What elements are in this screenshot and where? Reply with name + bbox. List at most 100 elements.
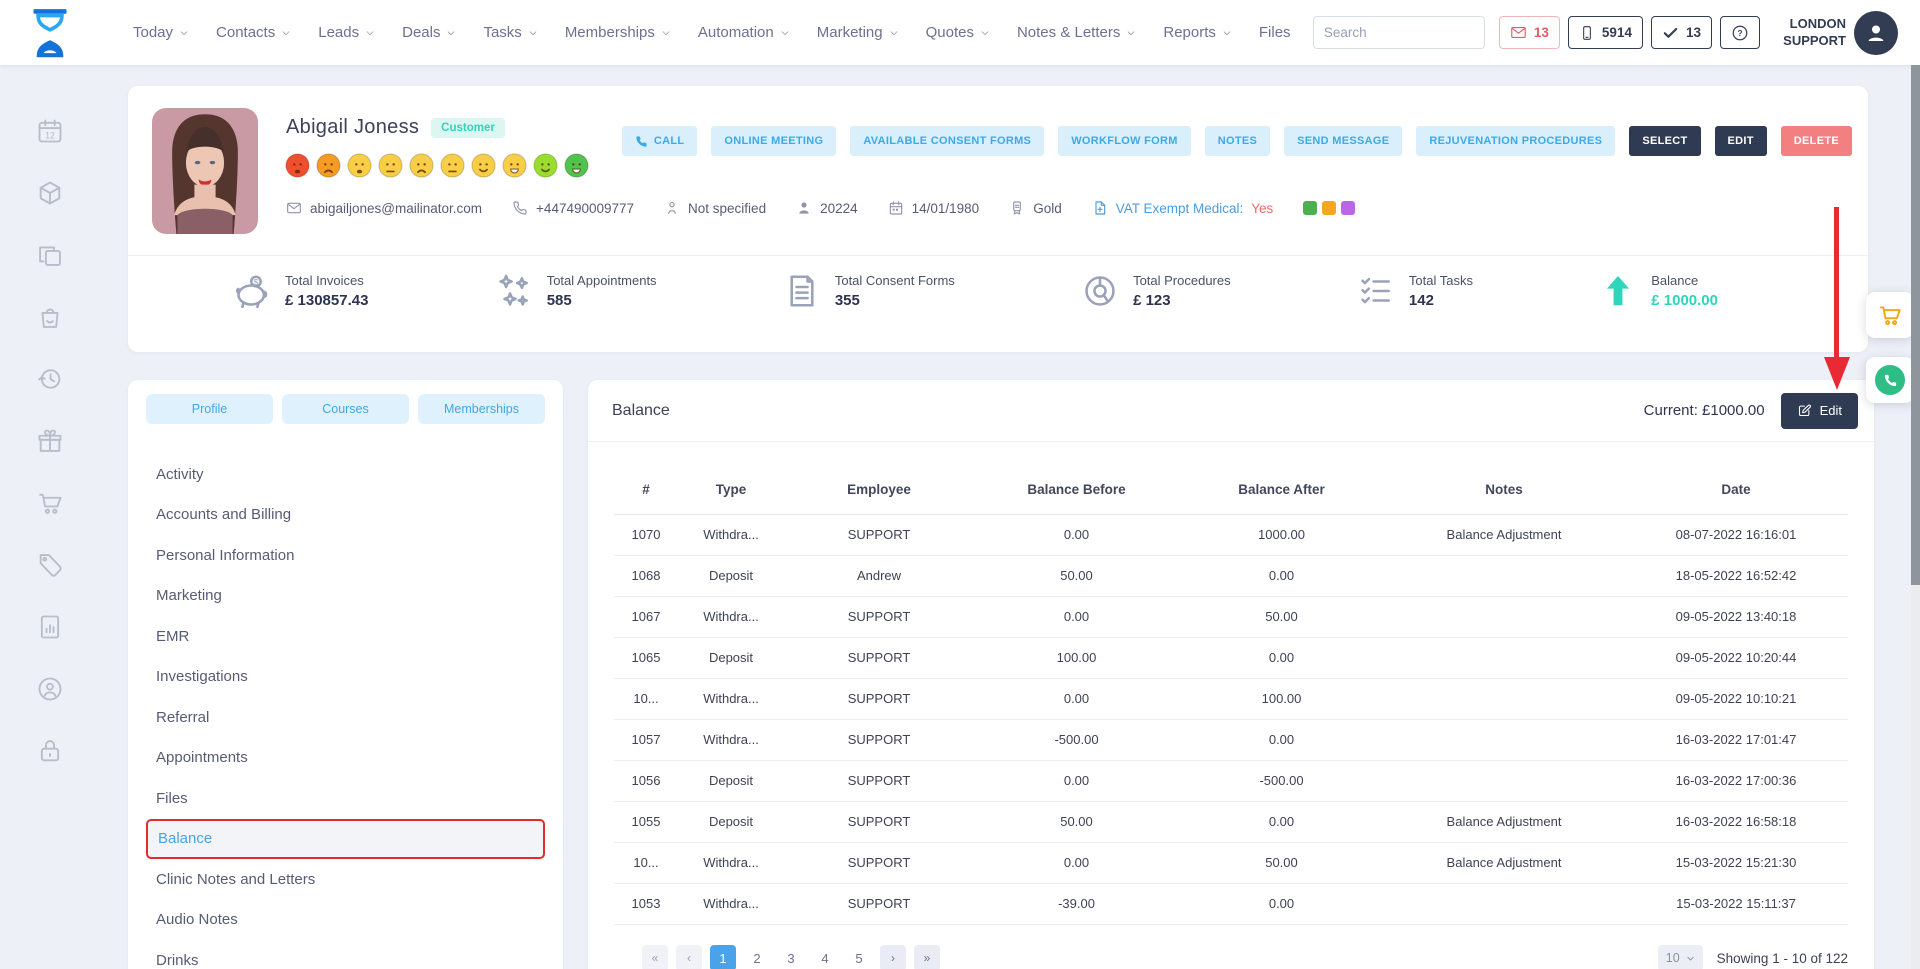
notes-button[interactable]: NOTES <box>1205 126 1270 156</box>
table-row[interactable]: 1065DepositSUPPORT100.000.0009-05-2022 1… <box>614 637 1848 678</box>
mood-face-3[interactable] <box>346 152 373 179</box>
tab-profile[interactable]: Profile <box>146 394 273 424</box>
customer-phone[interactable]: +447490009777 <box>512 200 634 216</box>
rail-history-icon[interactable] <box>36 365 64 393</box>
nav-item-quotes[interactable]: Quotes <box>926 24 990 41</box>
available-consent-forms-button[interactable]: AVAILABLE CONSENT FORMS <box>850 126 1044 156</box>
sidebar-item-files[interactable]: Files <box>146 778 545 819</box>
rail-report-icon[interactable] <box>36 613 64 641</box>
user-avatar[interactable] <box>1854 11 1898 55</box>
color-tag-1[interactable] <box>1303 201 1317 215</box>
nav-item-today[interactable]: Today <box>133 24 189 41</box>
nav-item-leads[interactable]: Leads <box>318 24 375 41</box>
select-button[interactable]: SELECT <box>1629 126 1700 156</box>
sidebar-item-audio-notes[interactable]: Audio Notes <box>146 900 545 941</box>
sidebar-item-investigations[interactable]: Investigations <box>146 657 545 698</box>
call-button[interactable]: CALL <box>622 126 698 156</box>
nav-item-contacts[interactable]: Contacts <box>216 24 291 41</box>
mood-face-1[interactable] <box>284 152 311 179</box>
rail-gift-icon[interactable] <box>36 427 64 455</box>
app-logo[interactable] <box>0 7 100 59</box>
mood-face-10[interactable] <box>563 152 590 179</box>
color-tag-3[interactable] <box>1341 201 1355 215</box>
nav-item-deals[interactable]: Deals <box>402 24 456 41</box>
delete-button[interactable]: DELETE <box>1781 126 1852 156</box>
page-1[interactable]: 1 <box>710 945 736 969</box>
scrollbar-thumb[interactable] <box>1911 65 1920 585</box>
floating-call-button[interactable] <box>1866 357 1914 403</box>
page-2[interactable]: 2 <box>744 945 770 969</box>
nav-item-marketing[interactable]: Marketing <box>817 24 899 41</box>
send-message-button[interactable]: SEND MESSAGE <box>1284 126 1402 156</box>
page-3[interactable]: 3 <box>778 945 804 969</box>
nav-item-tasks[interactable]: Tasks <box>483 24 537 41</box>
table-row[interactable]: 1053Withdra...SUPPORT-39.000.0015-03-202… <box>614 883 1848 924</box>
sidebar-item-referral[interactable]: Referral <box>146 697 545 738</box>
customer-email[interactable]: abigailjones@mailinator.com <box>286 200 482 216</box>
tab-memberships[interactable]: Memberships <box>418 394 545 424</box>
sidebar-item-clinic-notes-and-letters[interactable]: Clinic Notes and Letters <box>146 859 545 900</box>
sidebar-item-marketing[interactable]: Marketing <box>146 576 545 617</box>
check-badge[interactable]: 13 <box>1651 16 1712 49</box>
table-row[interactable]: 1055DepositSUPPORT50.000.00Balance Adjus… <box>614 801 1848 842</box>
envelope-badge[interactable]: 13 <box>1499 16 1560 49</box>
page-4[interactable]: 4 <box>812 945 838 969</box>
tab-courses[interactable]: Courses <box>282 394 409 424</box>
table-row[interactable]: 10...Withdra...SUPPORT0.0050.00Balance A… <box>614 842 1848 883</box>
mood-face-6[interactable] <box>439 152 466 179</box>
edit-button[interactable]: EDIT <box>1715 126 1767 156</box>
rejuvenation-procedures-button[interactable]: REJUVENATION PROCEDURES <box>1416 126 1615 156</box>
sidebar-item-balance[interactable]: Balance <box>146 819 545 860</box>
color-tag-2[interactable] <box>1322 201 1336 215</box>
table-row[interactable]: 1057Withdra...SUPPORT-500.000.0016-03-20… <box>614 719 1848 760</box>
nav-item-notes-letters[interactable]: Notes & Letters <box>1017 24 1136 41</box>
table-row[interactable]: 1070Withdra...SUPPORT0.001000.00Balance … <box>614 514 1848 555</box>
hourglass-logo-icon <box>28 7 72 59</box>
sidebar-item-drinks[interactable]: Drinks <box>146 940 545 969</box>
rail-lock-icon[interactable] <box>36 737 64 765</box>
table-row[interactable]: 1056DepositSUPPORT0.00-500.0016-03-2022 … <box>614 760 1848 801</box>
edit-balance-button[interactable]: Edit <box>1781 393 1858 429</box>
sidebar-item-personal-information[interactable]: Personal Information <box>146 535 545 576</box>
sidebar-item-activity[interactable]: Activity <box>146 454 545 495</box>
envelope-icon <box>286 200 302 216</box>
mood-face-9[interactable] <box>532 152 559 179</box>
search-box[interactable] <box>1313 16 1485 49</box>
sidebar-item-accounts-and-billing[interactable]: Accounts and Billing <box>146 495 545 536</box>
rail-support-icon[interactable] <box>36 675 64 703</box>
search-input[interactable] <box>1314 25 1511 40</box>
rail-package-icon[interactable] <box>36 179 64 207</box>
nav-item-automation[interactable]: Automation <box>698 24 790 41</box>
rail-cart-icon[interactable] <box>36 489 64 517</box>
mood-face-7[interactable] <box>470 152 497 179</box>
page-last[interactable]: » <box>914 945 940 969</box>
table-row[interactable]: 1068DepositAndrew50.000.0018-05-2022 16:… <box>614 555 1848 596</box>
sidebar-item-appointments[interactable]: Appointments <box>146 738 545 779</box>
page-size-select[interactable]: 10 <box>1658 945 1703 969</box>
mood-face-2[interactable] <box>315 152 342 179</box>
rail-tag-icon[interactable] <box>36 551 64 579</box>
page-prev[interactable]: ‹ <box>676 945 702 969</box>
nav-item-files[interactable]: Files <box>1259 24 1291 41</box>
rail-basket-icon[interactable] <box>36 303 64 331</box>
nav-item-reports[interactable]: Reports <box>1163 24 1232 41</box>
online-meeting-button[interactable]: ONLINE MEETING <box>711 126 836 156</box>
nav-item-memberships[interactable]: Memberships <box>565 24 671 41</box>
page-first[interactable]: « <box>642 945 668 969</box>
rail-calendar12-icon[interactable]: 12 <box>36 117 64 145</box>
mood-face-5[interactable] <box>408 152 435 179</box>
sidebar-item-emr[interactable]: EMR <box>146 616 545 657</box>
table-row[interactable]: 1067Withdra...SUPPORT0.0050.0009-05-2022… <box>614 596 1848 637</box>
table-row[interactable]: 10...Withdra...SUPPORT0.00100.0009-05-20… <box>614 678 1848 719</box>
rail-copy-icon[interactable] <box>36 241 64 269</box>
mood-face-8[interactable] <box>501 152 528 179</box>
mobile-badge[interactable]: 5914 <box>1568 16 1643 49</box>
page-5[interactable]: 5 <box>846 945 872 969</box>
mood-face-4[interactable] <box>377 152 404 179</box>
cell: 0.00 <box>974 678 1179 719</box>
floating-cart-button[interactable] <box>1866 292 1914 338</box>
page-next[interactable]: › <box>880 945 906 969</box>
workflow-form-button[interactable]: WORKFLOW FORM <box>1058 126 1191 156</box>
customer-photo[interactable] <box>152 108 258 234</box>
question-badge[interactable]: ? <box>1720 16 1760 49</box>
